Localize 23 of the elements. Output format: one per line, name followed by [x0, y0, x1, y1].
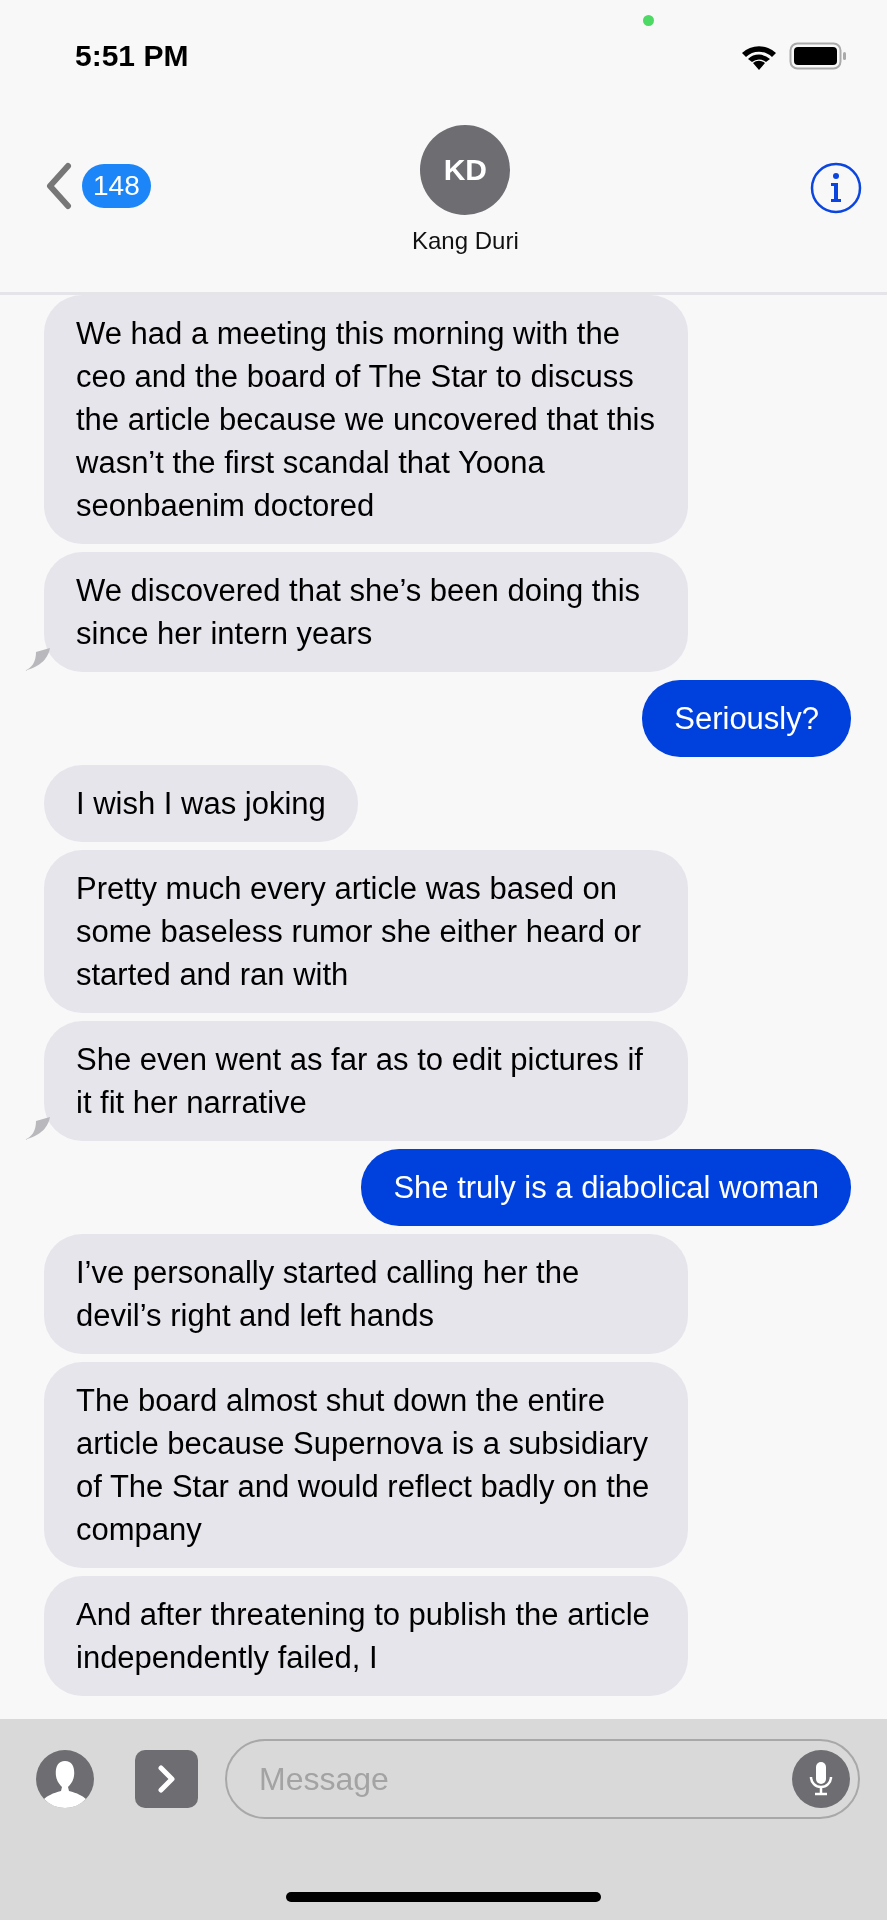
microphone-icon[interactable] [792, 1750, 850, 1808]
contact-name[interactable]: Kang Duri [412, 227, 519, 255]
battery-icon [789, 42, 847, 70]
back-button[interactable]: 148 [44, 162, 151, 210]
message-bubble: We discovered that she’s been doing this since her intern years [44, 552, 688, 672]
message-bubble: Pretty much every article was based on some baseless rumor she either heard or started and ran with [44, 850, 688, 1013]
contact-avatar[interactable]: KD [420, 125, 511, 215]
unread-count-badge: 148 [82, 164, 151, 208]
message-bubble: The board almost shut down the entire article because Supernova is a subsidiary of The Star and would reflect badly on the company [44, 1362, 688, 1568]
camera-indicator-icon [643, 15, 654, 26]
message-bubble: She even went as far as to edit pictures if it fit her narrative [44, 1021, 688, 1141]
message-bubble: I’ve personally started calling her the devil’s right and left hands [44, 1234, 688, 1354]
message-bubble: I wish I was joking [44, 765, 358, 842]
apps-button[interactable] [135, 1750, 198, 1808]
message-bubble: She truly is a diabolical woman [361, 1149, 851, 1226]
chevron-left-icon [44, 162, 74, 210]
info-icon[interactable] [810, 162, 862, 214]
message-bubble: Seriously? [642, 680, 851, 757]
message-bubble: And after threatening to publish the article independently failed, I [44, 1576, 688, 1696]
contact-silhouette-icon[interactable] [35, 1749, 95, 1809]
message-bubble: We had a meeting this morning with the ceo and the board of The Star to discuss the article because we uncovered that this wasn’t the first scandal that Yoona seonbaenim doctored [44, 295, 688, 544]
status-time: 5:51 PM [75, 39, 189, 73]
chevron-right-icon [155, 1764, 178, 1794]
